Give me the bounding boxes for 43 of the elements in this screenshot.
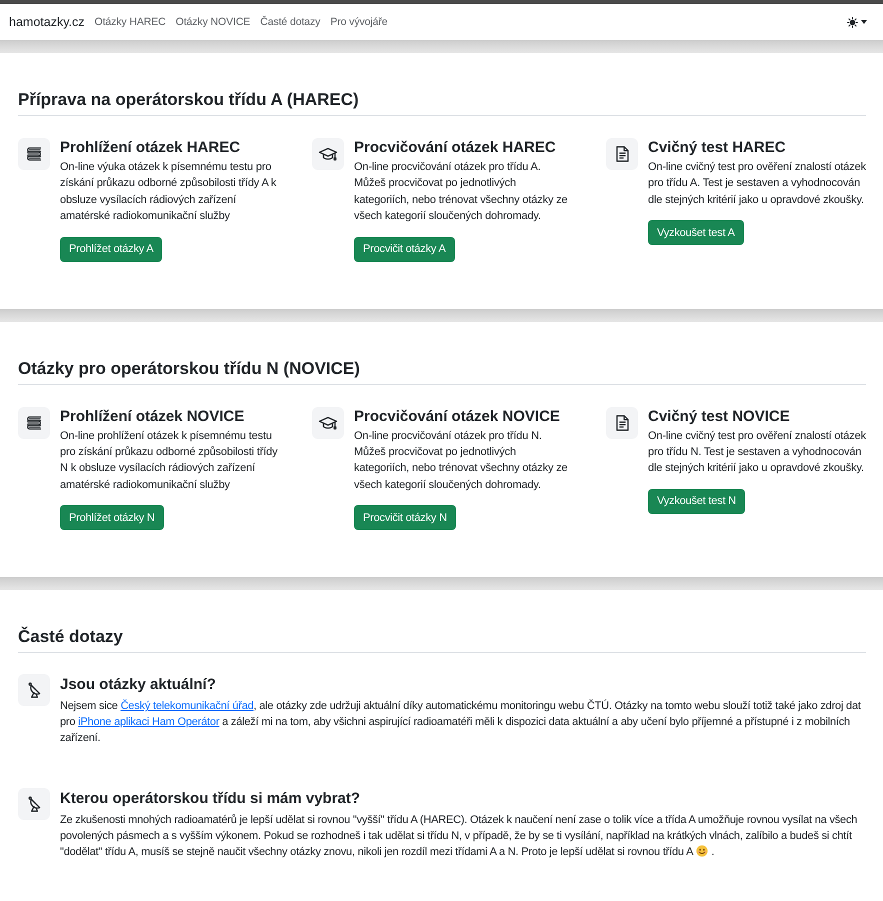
nav-link[interactable]: Časté dotazy [255,16,326,28]
smiling-face-icon [696,845,708,858]
card-title: Procvičování otázek HAREC [354,138,557,158]
satellite-dish-icon [18,788,50,820]
start-test-button[interactable]: Vyzkoušet test N [648,488,745,514]
browse-questions-button[interactable]: Prohlížet otázky N [60,505,164,530]
faq-question: Kterou operátorskou třídu si mám vybrat? [60,789,362,810]
card-title: Cvičný test NOVICE [648,406,791,427]
card-title: Prohlížení otázek HAREC [60,138,242,158]
card-description: On-line prohlížení otázek k písemnému testu pro získání průkazu odborné způsobilosti třídy N k obsluze vysílacích rádiových zařízení amatérské radiokomunikační služby [60,428,278,493]
sun-icon [847,16,858,28]
faq-question: Jsou otázky aktuální? [60,675,217,696]
card-description: On-line cvičný test pro ověření znalostí otázek pro třídu A. Test je sestaven a vyhodnocován dle stejných kritérií jako u opravdové zkoušky. [648,160,867,208]
site-name-link[interactable]: hamotazky.cz [9,15,84,29]
card-title: Prohlížení otázek NOVICE [60,406,246,427]
card-description: On-line cvičný test pro ověření znalostí otázek pro třídu N. Test je sestaven a vyhodnocován dle stejných kritérií jako u opravdové zkoušky. [648,428,867,476]
text-link[interactable]: Český telekomunikační úřad [120,700,254,712]
document-icon [606,406,638,439]
faq-answer-text: Ze zkušenosti mnohých radioamatérů je lepší udělat si rovnou "vyšší" třídu A (HAREC). Otázek k naučení není zase o tolik více a třída A umožňuje rovnou vysílat na všech povolených pásmech a s vyšším výkonem. Pokud se rozhodneš i tak udělat si třídu N, v případě, že by se ti vysílání, například na krátkých vlnách, zalíbilo a budeš si chtít "dodělat" třídu A, musíš se stejně naučit všechny otázky znovu, nikoli jen rozdíl mezi třídami A a N. Proto je lepší udělat si rovnou třídu A . [60,813,858,860]
section-heading: Časté dotazy [18,626,124,648]
section-heading: Příprava na operátorskou třídu A (HAREC) [18,89,360,111]
nav-link[interactable]: Otázky HAREC [90,16,171,28]
books-icon [18,406,50,439]
section-heading: Otázky pro operátorskou třídu N (NOVICE) [18,358,361,380]
graduation-cap-icon [312,138,344,170]
faq-answer-text: Nejsem sice Český telekomunikační úřad, ale otázky zde udržuji aktuální díky automatickému monitoringu webu ČTÚ. Otázky na tomto webu slouží totiž také jako zdroj dat pro iPhone aplikaci Ham Operátor a záleží mi na tom, aby všichni aspirující radioamatéři měli k dispozici data aktuální a aby učení bylo příjemné a přístupné i z mobilních zařízení. [60,698,862,746]
start-test-button[interactable]: Vyzkoušet test A [648,220,744,246]
card-description: On-line procvičování otázek pro třídu N. Můžeš procvičovat po jednotlivých kategoriích, nebo trénovat všechny otázky ze všech kategorií sloučených dohromady. [354,428,569,493]
document-icon [606,138,638,170]
nav-link[interactable]: Pro vývojáře [325,16,392,28]
card-description: On-line procvičování otázek pro třídu A. Můžeš procvičovat po jednotlivých kategoriích, nebo trénovat všechny otázky ze všech kategorií sloučených dohromady. [354,160,569,224]
card-title: Cvičný test HAREC [648,138,787,158]
practice-questions-button[interactable]: Procvičit otázky A [354,236,455,262]
card-description: On-line výuka otázek k písemnému testu pro získání průkazu odborné způsobilosti třídy A k obsluze vysílacích rádiových zařízení amatérské radiokomunikační služby [60,160,278,224]
books-icon [18,138,50,170]
caret-icon [861,20,867,24]
practice-questions-button[interactable]: Procvičit otázky N [354,505,456,530]
nav-link[interactable]: Otázky NOVICE [170,16,256,28]
satellite-dish-icon [18,674,50,706]
browse-questions-button[interactable]: Prohlížet otázky A [60,236,162,262]
card-title: Procvičování otázek NOVICE [354,406,561,427]
graduation-cap-icon [312,406,344,439]
text-link[interactable]: iPhone aplikaci Ham Operátor [78,716,220,728]
